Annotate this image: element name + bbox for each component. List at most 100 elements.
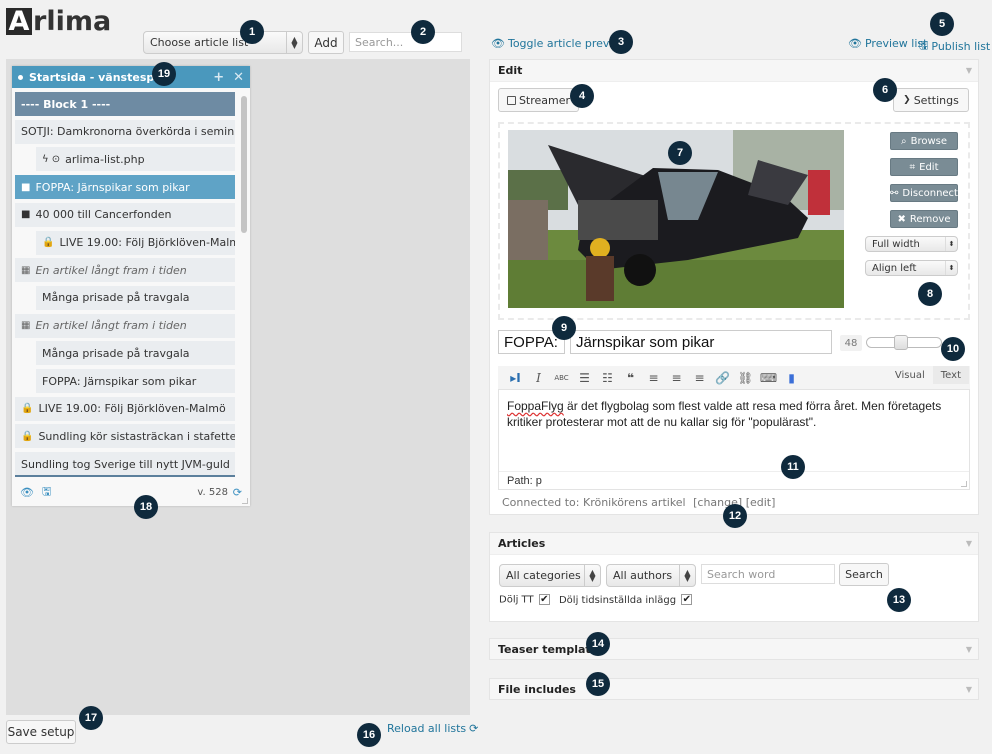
list-item[interactable]: 🔒 LIVE 19.00: Följ Björklöven-Malmö [15,396,235,421]
list-search-input[interactable]: Search... [349,32,462,52]
align-center-icon[interactable]: ≡ [665,371,688,385]
browse-image-button[interactable]: ⌕ Browse [890,132,958,150]
edit-panel-header[interactable]: Edit ▼ [490,60,978,82]
preview-list-link[interactable]: 👁 Preview list [848,37,927,50]
article-search-input[interactable]: Search word [701,564,835,584]
font-size-value: 48 [840,335,862,351]
file-includes-title: File includes [498,682,576,696]
title-input[interactable]: Järnspikar som pikar [570,330,832,354]
font-size-slider[interactable] [866,335,942,350]
list-item-label: En artikel långt fram i tiden [35,263,187,277]
disconnect-label: Disconnect [902,187,958,199]
save-setup-button[interactable]: Save setup [6,720,76,744]
list-item[interactable]: SOTJI: Damkronorna överkörda i semin [15,119,235,144]
list-item[interactable]: Många prisade på travgala [36,285,235,310]
author-select[interactable]: All authors ▲ ▼ [606,564,696,587]
collapse-caret-icon[interactable]: ▼ [966,685,972,694]
article-search-button[interactable]: Search [839,563,889,586]
numbered-list-icon[interactable]: ☷ [596,371,619,385]
save-icon[interactable]: 🖫 [42,483,51,502]
image-size-select[interactable]: Full width ⬍ [865,236,958,252]
chart-icon[interactable]: ▮ [780,371,803,385]
list-version: v. 528 [197,486,228,498]
annotation-badge: 2 [411,20,435,44]
list-block-header[interactable]: ---- Block 1 ---- [15,92,235,116]
search-icon: ⌕ [900,135,907,147]
disconnect-image-button[interactable]: ⚯ Disconnect [890,184,958,202]
list-item[interactable]: ϟ ⊙ arlima-list.php [36,147,235,172]
list-item-label: Många prisade på travgala [42,346,190,360]
teaser-templates-header[interactable]: Teaser templates ▼ [490,639,978,659]
edit-image-button[interactable]: ⌗ Edit [890,158,958,176]
logo-letter: A [6,6,32,37]
tab-text[interactable]: Text [932,366,969,384]
list-header[interactable]: Startsida - vänstespalt + ✕ [12,66,250,88]
blockquote-icon[interactable]: ❝ [619,371,642,385]
strikethrough-icon[interactable]: ABC [550,374,573,382]
toggle-article-preview-link[interactable]: 👁 Toggle article preview [491,37,628,50]
image-align-select[interactable]: Align left ⬍ [865,260,958,276]
hide-tt-checkbox[interactable]: ✔ [538,594,550,605]
editor-path-bar: Path: p [499,471,969,489]
list-item[interactable]: 🔒 Sundling kör sistasträckan i stafetten [15,424,235,449]
file-includes-header[interactable]: File includes ▼ [490,679,978,699]
annotation-badge: 17 [79,706,103,730]
remove-image-button[interactable]: ✖ Remove [890,210,958,228]
annotation-badge: 9 [552,316,576,340]
add-list-button[interactable]: Add [308,31,344,54]
category-select[interactable]: All categories ▲ ▼ [499,564,601,587]
reload-all-lists-link[interactable]: Reload all lists ⟳ [387,722,478,735]
list-item-label: ---- Block 1 ---- [21,97,111,111]
list-item[interactable]: 🔒 LIVE 19.00: Följ Björklöven-Malmö [36,230,235,255]
editor-text[interactable]: FoppaFlyg är det flygbolag som flest val… [507,398,947,430]
lock-icon: 🔒 [21,430,34,442]
list-item[interactable]: ▦ En artikel långt fram i tiden [15,313,235,338]
align-left-icon[interactable]: ≡ [642,371,665,385]
link-icon[interactable]: 🔗 [711,371,734,385]
crop-icon: ⌗ [909,161,916,173]
collapse-caret-icon[interactable]: ▼ [966,645,972,654]
streamer-toggle-button[interactable]: Streamer [498,88,579,112]
unlink-icon[interactable]: ⛓ [734,371,757,385]
editor-content-area[interactable]: FoppaFlyg är det flygbolag som flest val… [498,390,970,490]
settings-button[interactable]: ❯ Settings [893,88,969,112]
list-scrollbar-thumb[interactable] [241,96,247,233]
annotation-badge: 16 [357,723,381,747]
bullet-list-icon[interactable]: ☰ [573,371,596,385]
remove-label: Remove [909,213,951,225]
publish-list-label: Publish list [931,40,991,53]
article-list-select[interactable]: Choose article list ▲ ▼ [143,31,303,54]
lock-icon: 🔒 [42,237,55,248]
list-item[interactable]: FOPPA: Järnspikar som pikar [36,369,235,393]
annotation-badge: 11 [781,455,805,479]
settings-label: Settings [913,93,959,107]
publish-list-link[interactable]: 🖫 Publish list [919,37,990,56]
plus-icon[interactable]: + [213,70,224,85]
status-dot-icon [18,74,23,80]
hide-scheduled-checkbox[interactable]: ✔ [681,594,693,605]
collapse-caret-icon[interactable]: ▼ [966,66,972,75]
font-size-slider-handle[interactable] [894,335,908,350]
list-item[interactable]: Sundling tog Sverige till nytt JVM-guld [15,452,235,476]
resize-handle[interactable] [242,498,248,504]
eye-icon[interactable]: 👁 [20,486,34,499]
keyboard-icon[interactable]: ⌨ [757,371,780,385]
close-icon[interactable]: ✕ [233,70,244,85]
italic-icon[interactable]: I [527,371,550,385]
articles-panel-header[interactable]: Articles ▼ [490,533,978,555]
list-item[interactable]: ▦ En artikel långt fram i tiden [15,258,235,283]
list-item[interactable]: ■ 40 000 till Cancerfonden [15,202,235,227]
collapse-caret-icon[interactable]: ▼ [966,539,972,548]
edit-connection-link[interactable]: [edit] [746,496,776,509]
reload-icon[interactable]: ⟳ [233,486,242,499]
insert-cursor-icon[interactable]: ▸I [504,371,527,385]
align-right-icon[interactable]: ≡ [688,371,711,385]
editor-resize-handle[interactable] [961,481,967,487]
tab-visual[interactable]: Visual [887,366,933,384]
annotation-badge: 5 [930,12,954,36]
list-item[interactable]: Många prisade på travgala [36,341,235,366]
editor-mode-tabs: Visual Text [887,366,969,384]
list-item[interactable]: ■ FOPPA: Järnspikar som pikar [15,175,235,200]
checkbox-icon [506,95,516,105]
hide-scheduled-label: Dölj tidsinställda inlägg [558,594,677,606]
